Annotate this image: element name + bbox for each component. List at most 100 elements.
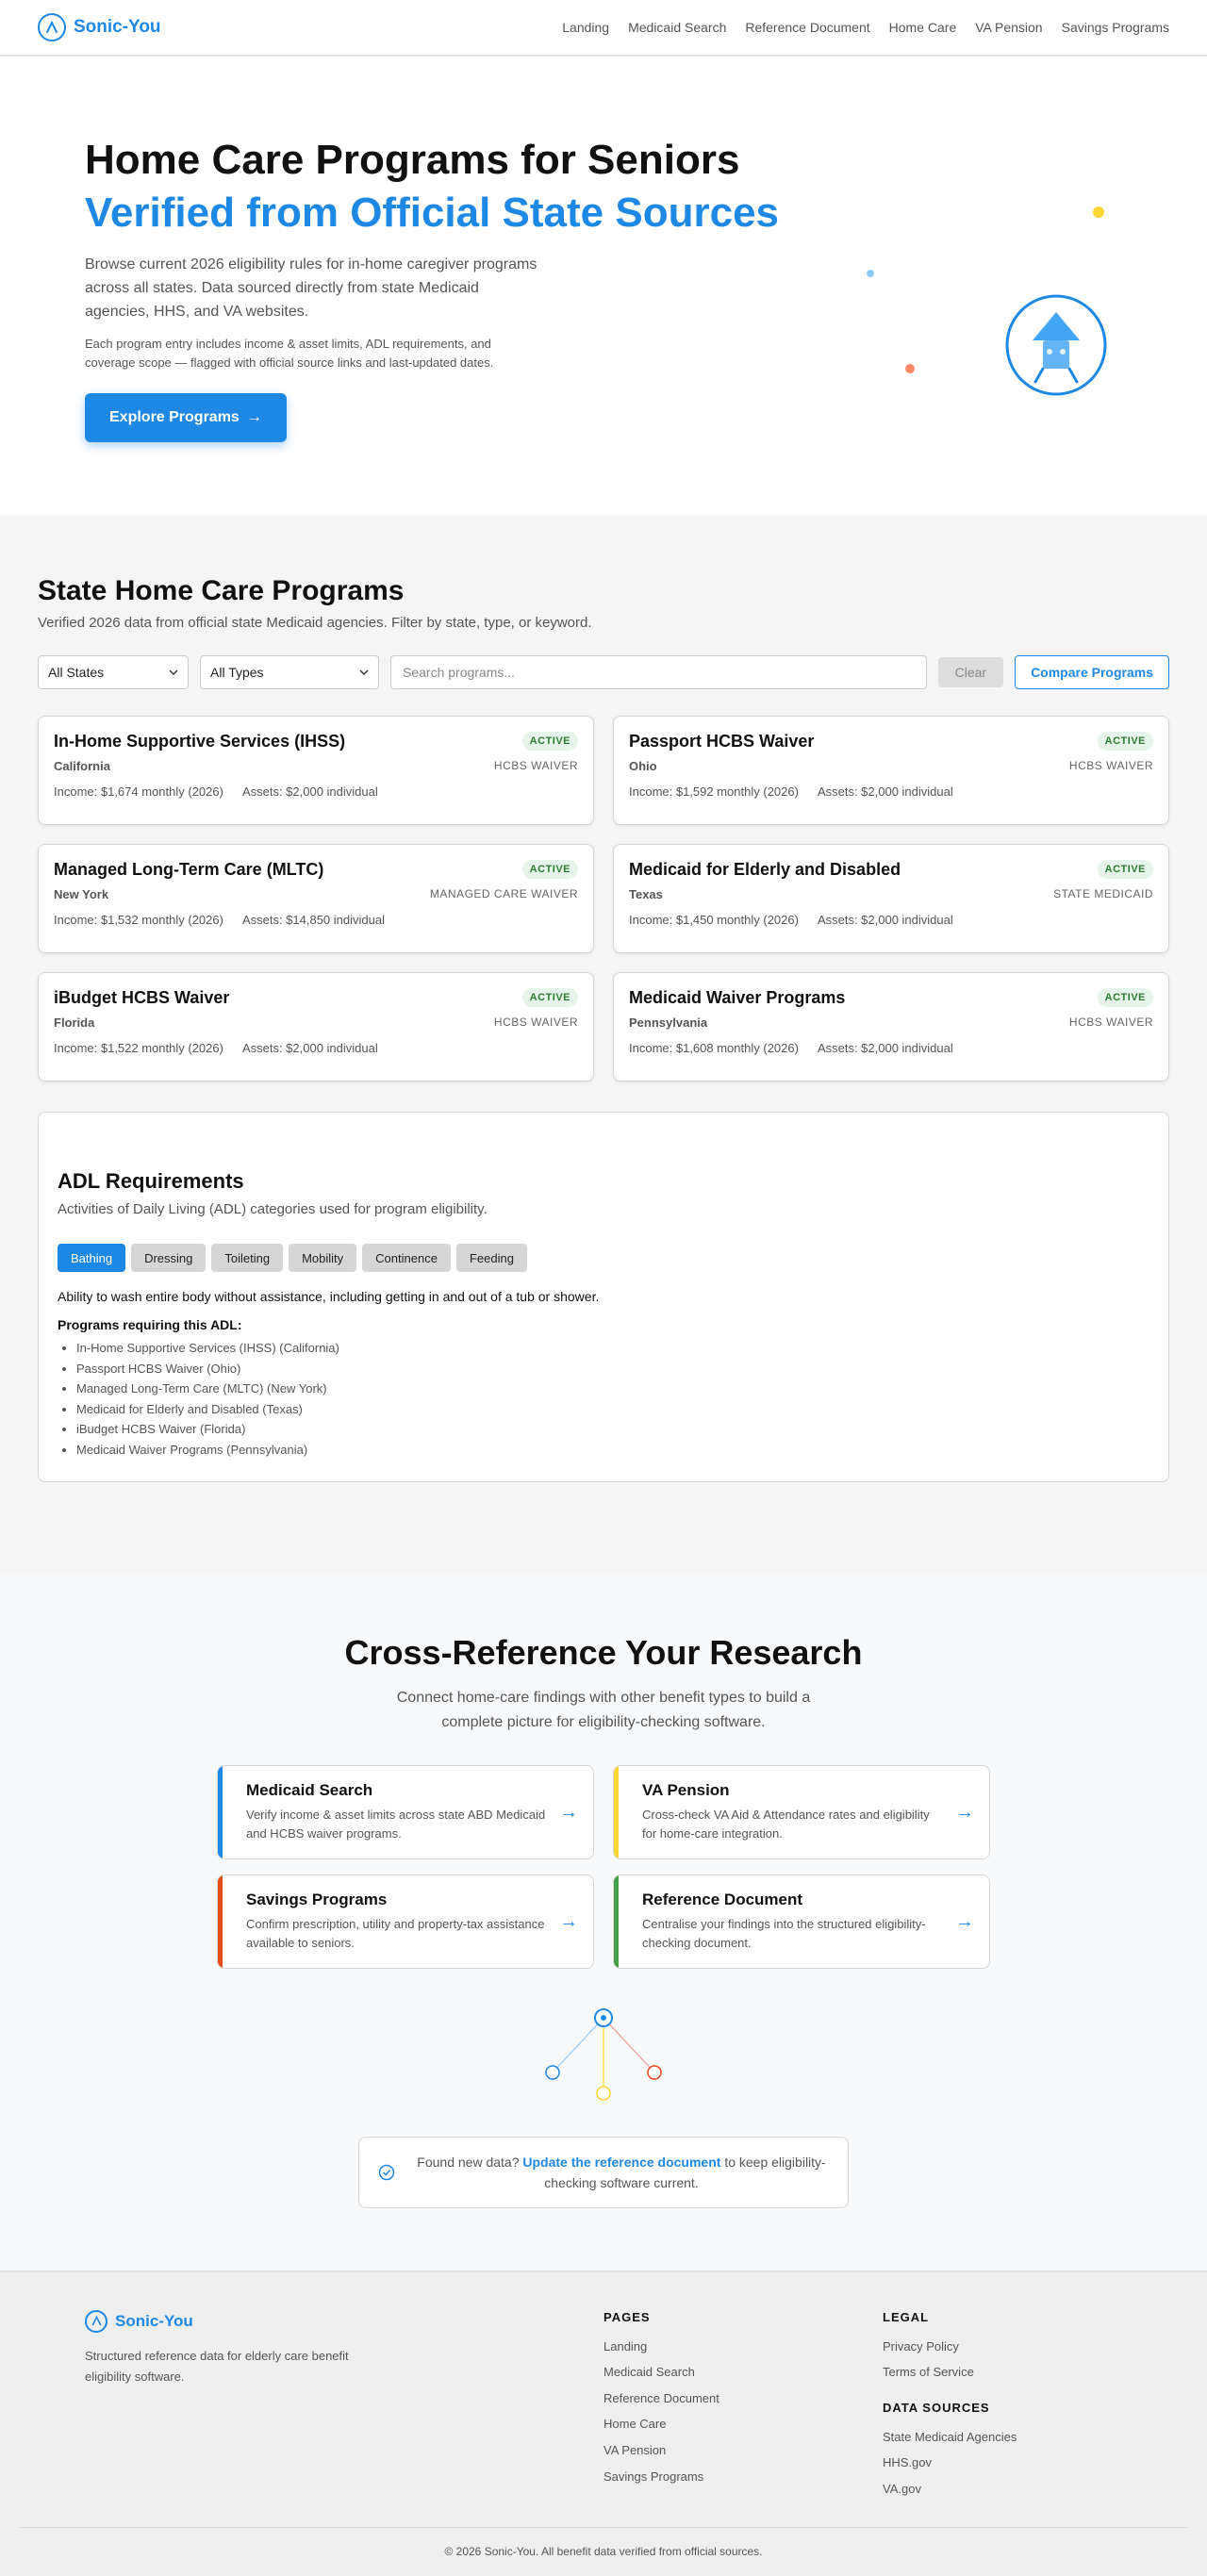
cross-card-title: VA Pension [642, 1780, 730, 1799]
update-notice-text: Found new data? Update the reference doc… [414, 2152, 829, 2193]
footer-link-home-care[interactable]: Home Care [604, 2411, 883, 2437]
footer-link-landing[interactable]: Landing [604, 2334, 883, 2360]
list-item: Managed Long-Term Care (MLTC) (New York) [76, 1379, 1149, 1399]
programs-title: State Home Care Programs [38, 575, 405, 606]
footer-link-reference-document[interactable]: Reference Document [604, 2386, 883, 2412]
footer-link-va-pension[interactable]: VA Pension [604, 2437, 883, 2464]
program-state: Ohio [629, 759, 657, 773]
nav-link-medicaid-search[interactable]: Medicaid Search [628, 20, 726, 35]
adl-title: ADL Requirements [58, 1169, 244, 1193]
footer-link-medicaid-search[interactable]: Medicaid Search [604, 2359, 883, 2386]
program-title: Medicaid Waiver Programs [629, 988, 846, 1007]
footer-link-privacy[interactable]: Privacy Policy [883, 2334, 1118, 2360]
footer-brand[interactable]: Sonic-You [85, 2309, 604, 2333]
tab-continence[interactable]: Continence [362, 1244, 451, 1272]
cross-card-savings-programs[interactable]: Savings Programs Confirm prescription, u… [217, 1874, 594, 1969]
tab-mobility[interactable]: Mobility [289, 1244, 357, 1272]
brand-name: Sonic-You [74, 17, 161, 37]
cross-card-grid: Medicaid Search Verify income & asset li… [217, 1764, 990, 1969]
adl-panel: ADL Requirements Activities of Daily Liv… [38, 1112, 1169, 1482]
type-select[interactable]: All Types [200, 655, 379, 689]
node-va [596, 2085, 611, 2101]
arrow-right-icon: → [559, 1801, 578, 1823]
program-assets: Assets: $2,000 individual [241, 1041, 378, 1055]
adl-program-list: In-Home Supportive Services (IHSS) (Cali… [58, 1338, 1149, 1461]
program-card[interactable]: Passport HCBS Waiver ACTIVE Ohio HCBS WAIV… [613, 716, 1169, 825]
nav-link-reference-document[interactable]: Reference Document [745, 20, 869, 35]
program-card[interactable]: Medicaid for Elderly and Disabled ACTIVE … [613, 844, 1169, 953]
connector-line [552, 2017, 604, 2072]
program-assets: Assets: $2,000 individual [241, 784, 378, 799]
explore-programs-label: Explore Programs [109, 409, 240, 425]
clear-button[interactable]: Clear [937, 657, 1004, 687]
card-accent-bar [614, 1765, 619, 1858]
program-title: In-Home Supportive Services (IHSS) [54, 732, 346, 751]
cross-card-va-pension[interactable]: VA Pension Cross-check VA Aid & Attendan… [613, 1764, 990, 1859]
footer-link-terms[interactable]: Terms of Service [883, 2359, 1118, 2386]
nav-link-va-pension[interactable]: VA Pension [975, 20, 1042, 35]
program-type: HCBS WAIVER [1068, 759, 1153, 772]
cross-card-title: Medicaid Search [246, 1780, 373, 1799]
adl-required-heading: Programs requiring this ADL: [58, 1317, 242, 1332]
brand-logo-icon [85, 2309, 107, 2333]
tab-toileting[interactable]: Toileting [211, 1244, 284, 1272]
footer-link-hhs[interactable]: HHS.gov [883, 2450, 1118, 2476]
tab-bathing[interactable]: Bathing [58, 1244, 126, 1272]
footer-link-state-medicaid[interactable]: State Medicaid Agencies [883, 2424, 1118, 2451]
notice-before: Found new data? [417, 2154, 523, 2170]
nav-link-savings-programs[interactable]: Savings Programs [1062, 20, 1169, 35]
status-badge: ACTIVE [521, 732, 578, 751]
lighthouse-icon [1005, 294, 1107, 396]
footer-brand-name: Sonic-You [115, 2311, 193, 2330]
arrow-right-icon: → [246, 409, 262, 425]
program-card[interactable]: iBudget HCBS Waiver ACTIVE Florida HCBS WA… [38, 972, 594, 1082]
hero-lead: Browse current 2026 eligibility rules fo… [85, 256, 537, 320]
nav-link-home-care[interactable]: Home Care [889, 20, 957, 35]
footer-sources-heading: DATA SOURCES [883, 2400, 990, 2415]
chevron-down-icon [359, 669, 369, 675]
footer-link-va[interactable]: VA.gov [883, 2476, 1118, 2502]
check-circle-icon [378, 2164, 395, 2180]
program-card[interactable]: Managed Long-Term Care (MLTC) ACTIVE New … [38, 844, 594, 953]
program-income: Income: $1,522 monthly (2026) [54, 1041, 223, 1055]
program-assets: Assets: $2,000 individual [817, 1041, 953, 1055]
cross-title: Cross-Reference Your Research [344, 1632, 863, 1672]
footer-link-savings-programs[interactable]: Savings Programs [604, 2464, 883, 2490]
update-reference-link[interactable]: Update the reference document [522, 2155, 720, 2170]
nav-link-landing[interactable]: Landing [562, 20, 609, 35]
cross-card-medicaid-search[interactable]: Medicaid Search Verify income & asset li… [217, 1764, 594, 1859]
adl-tabs: Bathing Dressing Toileting Mobility Cont… [58, 1244, 1149, 1272]
cross-card-desc: Cross-check VA Aid & Attendance rates an… [642, 1807, 930, 1841]
program-card[interactable]: In-Home Supportive Services (IHSS) ACTIVE… [38, 716, 594, 825]
hero-section: Home Care Programs for Seniors Verified … [0, 57, 1207, 515]
program-assets: Assets: $14,850 individual [241, 913, 385, 927]
decor-dot-blue [867, 270, 874, 277]
program-income: Income: $1,592 monthly (2026) [629, 784, 799, 799]
cross-card-title: Reference Document [642, 1890, 803, 1908]
cross-card-desc: Verify income & asset limits across stat… [246, 1807, 546, 1841]
program-card-grid: In-Home Supportive Services (IHSS) ACTIVE… [38, 716, 1169, 1082]
state-select[interactable]: All States [38, 655, 189, 689]
tab-dressing[interactable]: Dressing [131, 1244, 207, 1272]
program-state: Pennsylvania [629, 1016, 708, 1030]
search-input[interactable] [390, 655, 927, 689]
connection-diagram [545, 2007, 662, 2101]
compare-programs-button[interactable]: Compare Programs [1015, 655, 1169, 689]
explore-programs-button[interactable]: Explore Programs → [85, 393, 287, 442]
program-assets: Assets: $2,000 individual [817, 784, 953, 799]
cross-lead: Connect home-care findings with other be… [396, 1689, 811, 1730]
program-title: Passport HCBS Waiver [629, 732, 815, 751]
hero-title-highlight: Verified from Official State Sources [85, 190, 780, 236]
filter-bar: All States All Types Clear Compare Progr… [38, 655, 1169, 689]
adl-definition: Ability to wash entire body without assi… [58, 1289, 600, 1304]
footer: Sonic-You Structured reference data for … [0, 2271, 1207, 2576]
program-state: California [54, 759, 110, 773]
cross-card-reference-document[interactable]: Reference Document Centralise your findi… [613, 1874, 990, 1969]
brand[interactable]: Sonic-You [38, 13, 161, 41]
program-type: MANAGED CARE WAIVER [429, 887, 578, 900]
nav-links: Landing Medicaid Search Reference Docume… [562, 20, 1169, 35]
status-badge: ACTIVE [521, 860, 578, 879]
program-card[interactable]: Medicaid Waiver Programs ACTIVE Pennsylva… [613, 972, 1169, 1082]
program-type: HCBS WAIVER [493, 1016, 578, 1029]
tab-feeding[interactable]: Feeding [455, 1244, 527, 1272]
